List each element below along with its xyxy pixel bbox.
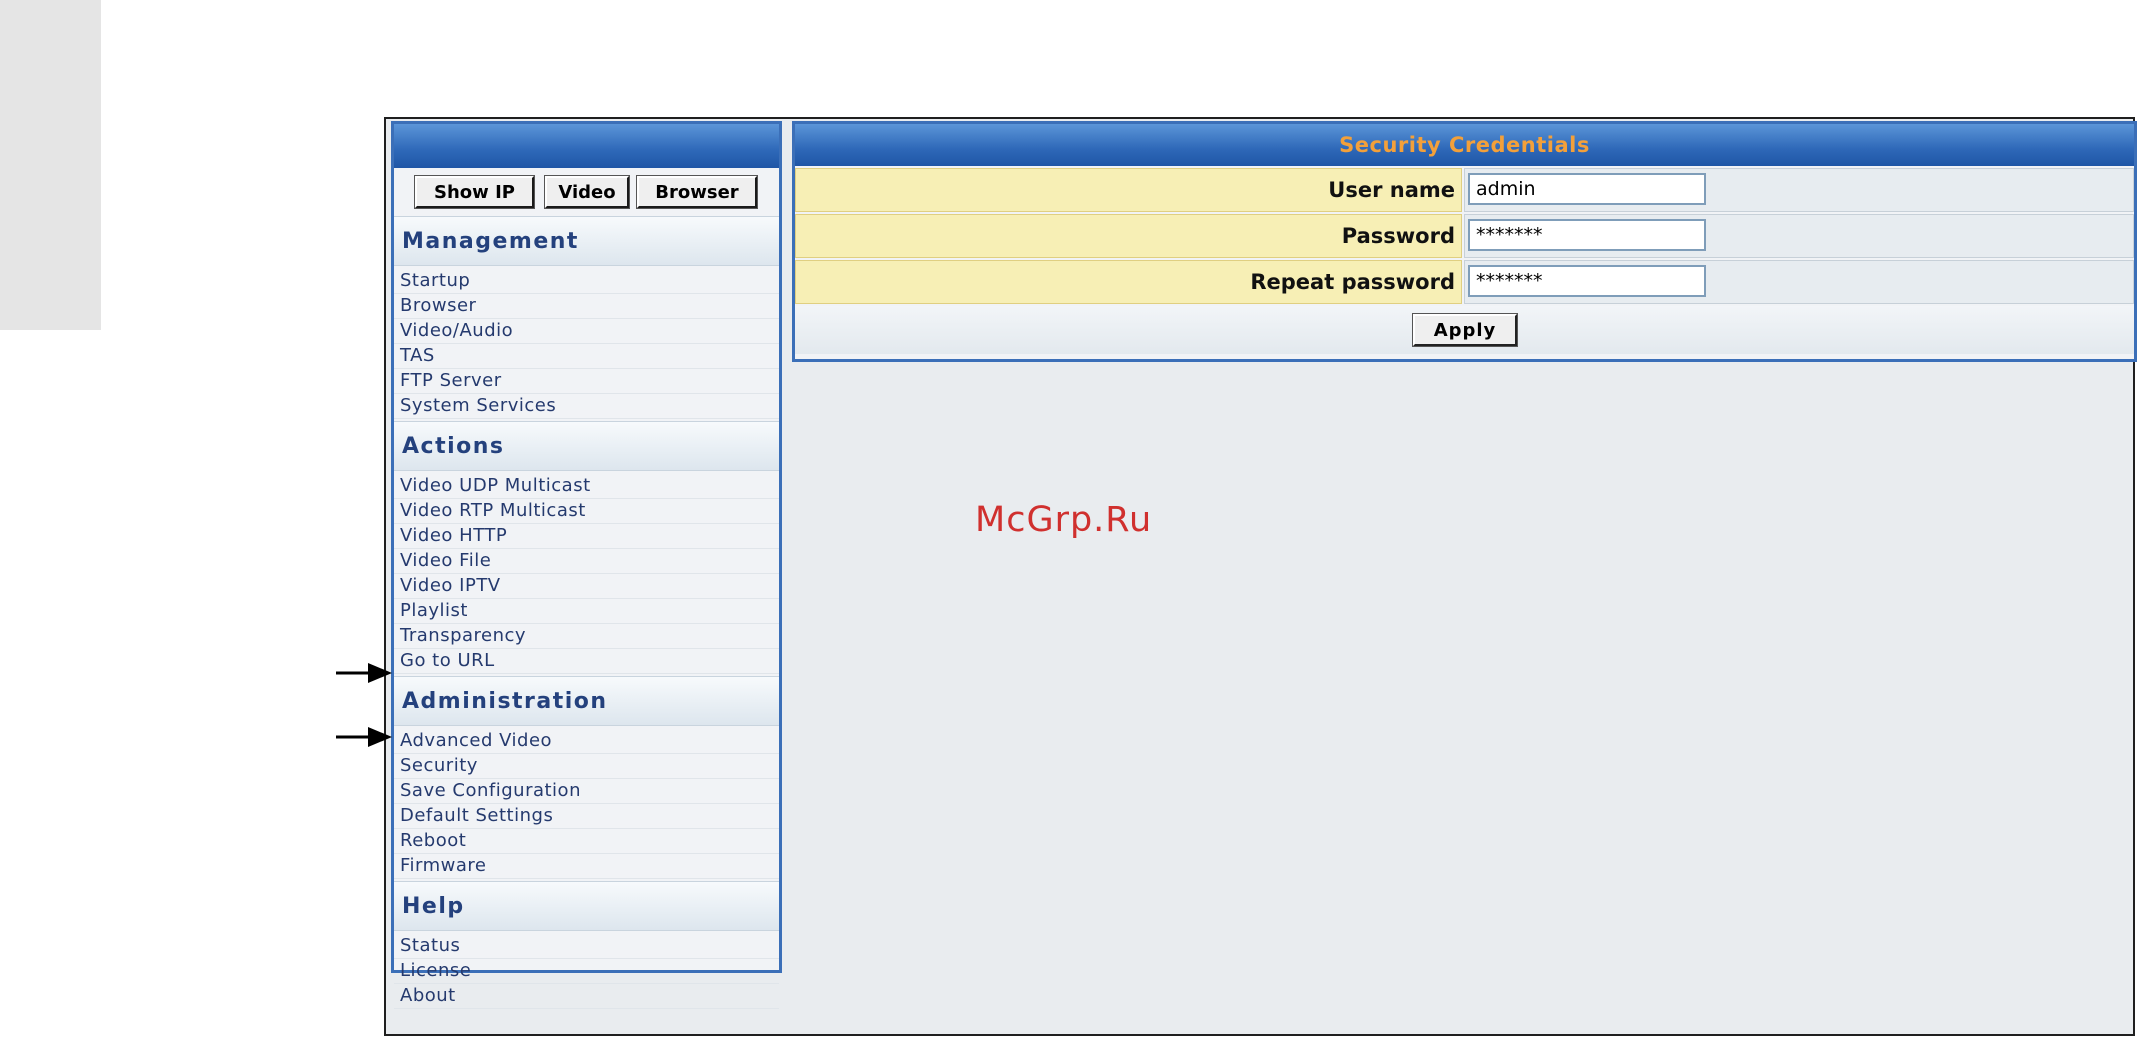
menu-item-playlist[interactable]: Playlist (394, 599, 779, 624)
show-ip-button[interactable]: Show IP (414, 175, 535, 209)
repeat-password-label: Repeat password (795, 260, 1462, 304)
menu-item-advanced-video[interactable]: Advanced Video (394, 729, 779, 754)
password-input[interactable] (1468, 219, 1706, 251)
menu-help: Status License About (394, 931, 779, 1011)
menu-item-tas[interactable]: TAS (394, 344, 779, 369)
menu-item-security[interactable]: Security (394, 754, 779, 779)
form-row-repeat-password: Repeat password (795, 260, 2134, 304)
section-title: Actions (402, 434, 505, 459)
section-header-help: Help (394, 881, 779, 931)
username-cell (1464, 168, 2134, 212)
section-title: Help (402, 894, 465, 919)
section-header-administration: Administration (394, 676, 779, 726)
form-row-password: Password (795, 214, 2134, 258)
section-header-management: Management (394, 216, 779, 266)
menu-item-video-file[interactable]: Video File (394, 549, 779, 574)
menu-item-video-audio[interactable]: Video/Audio (394, 319, 779, 344)
panel-title: Security Credentials (795, 124, 2134, 166)
section-header-actions: Actions (394, 421, 779, 471)
username-label: User name (795, 168, 1462, 212)
password-label: Password (795, 214, 1462, 258)
menu-item-firmware[interactable]: Firmware (394, 854, 779, 879)
username-input[interactable] (1468, 173, 1706, 205)
right-arrow-icon (336, 727, 392, 747)
menu-actions: Video UDP Multicast Video RTP Multicast … (394, 471, 779, 676)
nav-button-row: Show IP Video Browser (394, 168, 779, 216)
sidebar-header-bar (394, 124, 779, 168)
menu-item-about[interactable]: About (394, 984, 779, 1009)
menu-item-video-iptv[interactable]: Video IPTV (394, 574, 779, 599)
menu-item-startup[interactable]: Startup (394, 269, 779, 294)
security-credentials-panel: Security Credentials User name Password … (792, 121, 2137, 362)
watermark-text: McGrp.Ru (975, 500, 1153, 540)
menu-item-save-configuration[interactable]: Save Configuration (394, 779, 779, 804)
menu-management: Startup Browser Video/Audio TAS FTP Serv… (394, 266, 779, 421)
sidebar: Show IP Video Browser Management Startup… (391, 121, 782, 1009)
menu-item-go-to-url[interactable]: Go to URL (394, 649, 779, 674)
repeat-password-cell (1464, 260, 2134, 304)
section-title: Management (402, 229, 579, 254)
menu-item-reboot[interactable]: Reboot (394, 829, 779, 854)
apply-row: Apply (795, 306, 2134, 354)
section-title: Administration (402, 689, 608, 714)
page-margin-tab (0, 0, 101, 330)
video-button[interactable]: Video (544, 175, 630, 209)
password-cell (1464, 214, 2134, 258)
menu-item-video-udp-multicast[interactable]: Video UDP Multicast (394, 474, 779, 499)
form-row-username: User name (795, 168, 2134, 212)
menu-item-ftp-server[interactable]: FTP Server (394, 369, 779, 394)
menu-item-video-rtp-multicast[interactable]: Video RTP Multicast (394, 499, 779, 524)
menu-item-video-http[interactable]: Video HTTP (394, 524, 779, 549)
menu-administration: Advanced Video Security Save Configurati… (394, 726, 779, 881)
menu-item-transparency[interactable]: Transparency (394, 624, 779, 649)
menu-item-default-settings[interactable]: Default Settings (394, 804, 779, 829)
right-arrow-icon (336, 663, 392, 683)
menu-item-status[interactable]: Status (394, 934, 779, 959)
menu-item-system-services[interactable]: System Services (394, 394, 779, 419)
device-web-ui: Show IP Video Browser Management Startup… (384, 117, 2137, 1036)
apply-button[interactable]: Apply (1412, 313, 1518, 347)
menu-item-license[interactable]: License (394, 959, 779, 984)
repeat-password-input[interactable] (1468, 265, 1706, 297)
browser-button[interactable]: Browser (636, 175, 758, 209)
menu-item-browser[interactable]: Browser (394, 294, 779, 319)
